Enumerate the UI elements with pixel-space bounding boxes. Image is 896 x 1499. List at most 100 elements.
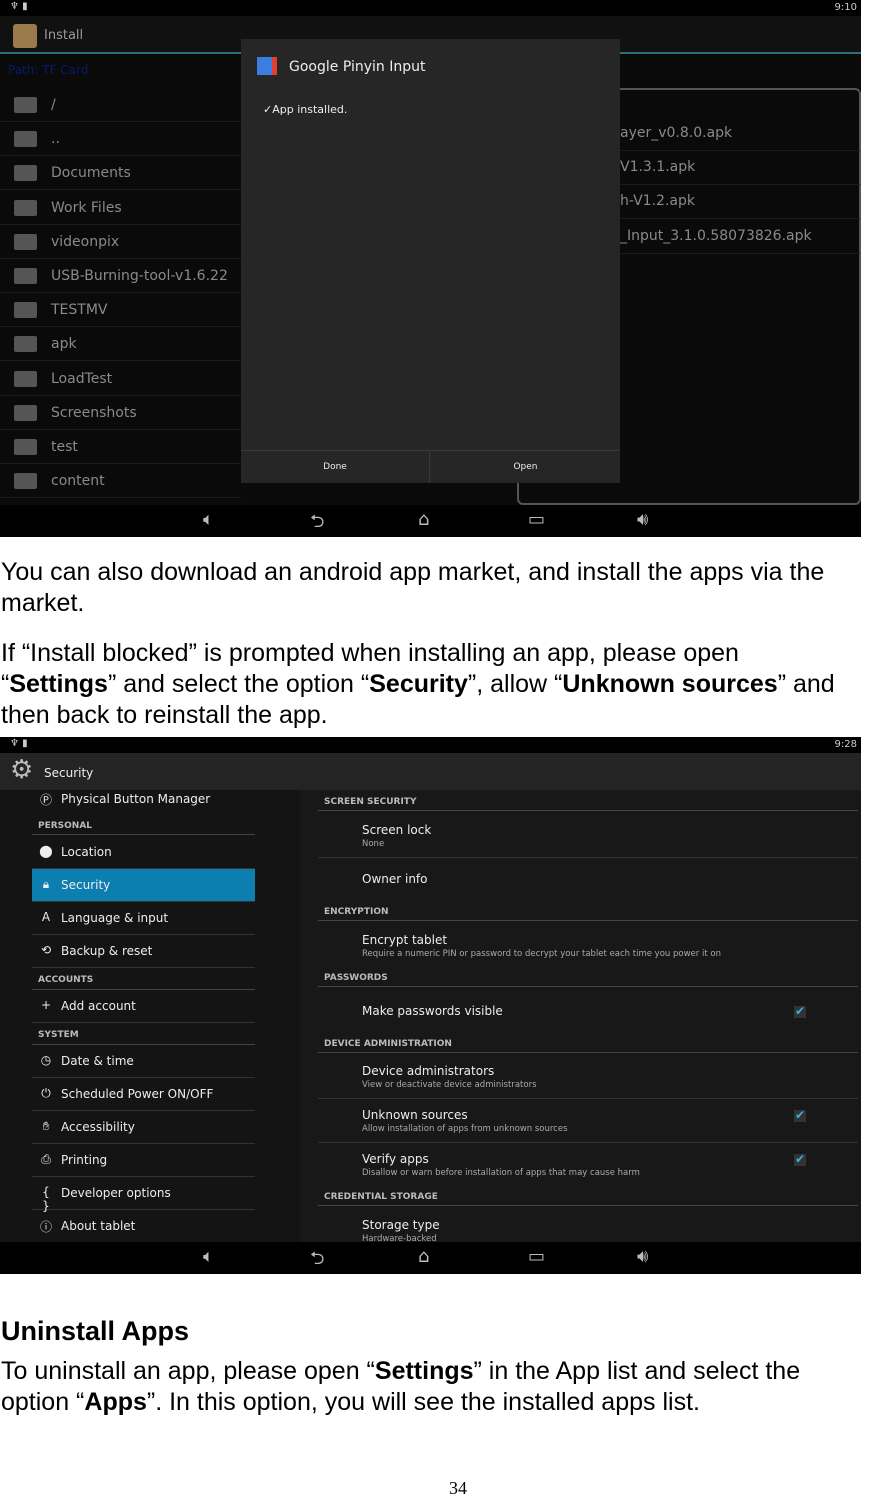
page-title: Security: [44, 766, 94, 780]
file-row[interactable]: Documents: [0, 156, 241, 191]
home-icon[interactable]: ⌂: [418, 1246, 429, 1267]
folder-icon: [14, 199, 37, 216]
nav-bar: 🔈︎ ⮌ ⌂ ▭ 🔊︎: [0, 505, 861, 537]
sidebar-item-add-account[interactable]: + Add account: [32, 990, 255, 1023]
section-header: PASSWORDS: [318, 973, 858, 987]
setting-verify[interactable]: Verify apps Disallow or warn before insta…: [318, 1152, 858, 1178]
setting-owner_info[interactable]: Owner info: [318, 872, 858, 886]
paragraph: “Settings” and select the option “Securi…: [1, 670, 835, 698]
setting-storage[interactable]: Storage type Hardware-backed: [318, 1218, 858, 1244]
folder-icon: [14, 404, 37, 421]
pinyin-icon: [257, 57, 277, 75]
recents-icon[interactable]: ▭: [528, 1246, 545, 1267]
date-time-icon: ◷: [40, 1053, 52, 1067]
file-row[interactable]: content: [0, 464, 241, 499]
file-row[interactable]: Screenshots: [0, 396, 241, 430]
file-row[interactable]: /: [0, 88, 241, 122]
apk-file-row[interactable]: _Input_3.1.0.58073826.apk: [620, 220, 860, 254]
security-screenshot: ♆ ▮ 9:28 ⚙ Security Ⓟ Physical Button Mana…: [0, 737, 861, 1274]
sidebar-item-security[interactable]: 🔒︎ Security: [32, 869, 255, 902]
file-row[interactable]: USB-Burning-tool-v1.6.22: [0, 259, 241, 293]
paragraph: then back to reinstall the app.: [1, 701, 328, 729]
open-button[interactable]: Open: [431, 450, 620, 483]
sidebar-item-backup-reset[interactable]: ⟲ Backup & reset: [32, 935, 255, 968]
language-input-icon: A: [41, 910, 51, 924]
folder-icon: [14, 131, 37, 148]
folder-icon: [14, 302, 37, 319]
setting-encrypt[interactable]: Encrypt tablet Require a numeric PIN or p…: [318, 933, 858, 959]
file-row[interactable]: videonpix: [0, 225, 241, 259]
setting-unknown[interactable]: Unknown sources Allow installation of app…: [318, 1108, 858, 1134]
file-row[interactable]: TESTMV: [0, 293, 241, 328]
sidebar-item-scheduled-power-on-off[interactable]: ⏻ Scheduled Power ON/OFF: [32, 1078, 255, 1111]
status-bar: ♆ ▮ 9:28: [0, 737, 861, 753]
scheduled-power-on-off-icon: ⏻: [41, 1086, 51, 1100]
section-header: DEVICE ADMINISTRATION: [318, 1039, 858, 1053]
file-row[interactable]: test: [0, 430, 241, 464]
recents-icon[interactable]: ▭: [528, 509, 545, 530]
sidebar-item-language-input[interactable]: A Language & input: [32, 902, 255, 935]
backup-reset-icon: ⟲: [40, 943, 52, 957]
nav-bar: 🔈︎ ⮌ ⌂ ▭ 🔊︎: [0, 1242, 861, 1274]
apk-file-row[interactable]: ayer_v0.8.0.apk: [620, 117, 860, 151]
folder-icon: [14, 165, 37, 182]
usb-icon: ♆ ▮: [10, 1, 28, 12]
file-row[interactable]: Work Files: [0, 191, 241, 225]
status-bar: ♆ ▮ 9:10: [0, 0, 861, 16]
sidebar-item-accessibility[interactable]: ✋︎ Accessibility: [32, 1111, 255, 1144]
sidebar-item-physical-button-manager[interactable]: Ⓟ Physical Button Manager: [32, 789, 255, 811]
developer-options-icon: { }: [42, 1185, 50, 1213]
folder-icon: [14, 439, 37, 455]
apk-file-row[interactable]: V1.3.1.apk: [620, 151, 860, 186]
volume-down-icon[interactable]: 🔈︎: [203, 509, 214, 530]
add-account-icon: +: [40, 998, 52, 1012]
paragraph: option “Apps”. In this option, you will …: [1, 1388, 700, 1416]
file-row[interactable]: ..: [0, 122, 241, 157]
sidebar-item-about-tablet[interactable]: ⓘ About tablet: [32, 1210, 255, 1243]
folder-icon: [14, 473, 37, 490]
settings-gear-icon: ⚙: [10, 755, 34, 785]
paragraph: If “Install blocked” is prompted when in…: [1, 639, 739, 667]
folder-icon: [14, 370, 37, 387]
folder-icon: [14, 336, 37, 353]
location-icon: ⬤: [39, 844, 53, 858]
setting-make_visible[interactable]: Make passwords visible ✔: [318, 1004, 858, 1018]
section-header: SCREEN SECURITY: [318, 797, 858, 811]
path-row: Path: TF Card: [8, 63, 89, 77]
volume-up-icon[interactable]: 🔊︎: [637, 509, 648, 530]
paragraph: You can also download an android app mar…: [1, 558, 825, 586]
file-row[interactable]: apk: [0, 327, 241, 362]
install-app-icon: [13, 24, 37, 48]
done-button[interactable]: Done: [241, 450, 430, 483]
apk-file-row[interactable]: h-V1.2.apk: [620, 185, 860, 220]
section-header: SYSTEM: [38, 1030, 79, 1040]
setting-screen_lock[interactable]: Screen lock None: [318, 823, 858, 849]
volume-up-icon[interactable]: 🔊︎: [637, 1246, 648, 1267]
home-icon[interactable]: ⌂: [418, 509, 429, 530]
sidebar-item-developer-options[interactable]: { } Developer options: [32, 1177, 255, 1213]
section-heading: Uninstall Apps: [1, 1316, 190, 1346]
checkbox-verify[interactable]: ✔: [794, 1153, 806, 1166]
folder-icon: [14, 97, 37, 113]
checkbox-unknown[interactable]: ✔: [794, 1109, 806, 1122]
paragraph: market.: [1, 589, 85, 617]
security-icon: 🔒︎: [42, 877, 50, 891]
setting-admins[interactable]: Device administrators View or deactivate …: [318, 1064, 858, 1090]
file-row[interactable]: LoadTest: [0, 362, 241, 396]
check-icon: ✓: [263, 103, 273, 116]
sidebar-item-printing[interactable]: ⎙ Printing: [32, 1144, 255, 1177]
back-icon[interactable]: ⮌: [310, 1246, 324, 1274]
folder-icon: [14, 233, 37, 250]
section-header: ACCOUNTS: [38, 975, 94, 985]
volume-down-icon[interactable]: 🔈︎: [203, 1246, 214, 1267]
about-tablet-icon: ⓘ: [39, 1220, 52, 1234]
accessibility-icon: ✋︎: [42, 1119, 50, 1133]
sidebar-item-date-time[interactable]: ◷ Date & time: [32, 1045, 255, 1078]
checkbox-make_visible[interactable]: ✔: [794, 1005, 806, 1018]
printing-icon: ⎙: [41, 1152, 51, 1166]
sidebar-item-location[interactable]: ⬤ Location: [32, 836, 255, 869]
usb-icon: ♆ ▮: [10, 738, 28, 749]
page-number: 34: [449, 1478, 467, 1498]
back-icon[interactable]: ⮌: [310, 509, 324, 537]
install-message: App installed.: [272, 103, 348, 116]
